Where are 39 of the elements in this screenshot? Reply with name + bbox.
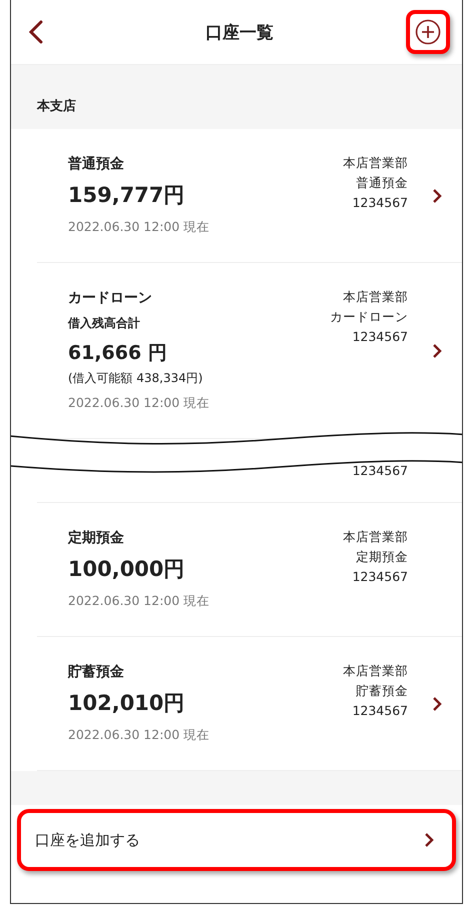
account-type: 貯蓄預金 — [356, 683, 408, 700]
account-balance: 159,777円 — [68, 182, 186, 209]
account-name: 定期預金 — [68, 529, 125, 547]
account-name: カードローン — [68, 289, 153, 307]
back-icon[interactable] — [29, 20, 43, 44]
account-number: 1234567 — [352, 195, 408, 210]
account-type: 普通預金 — [356, 175, 408, 192]
account-balance: 61,666 円 — [68, 341, 168, 366]
account-number: 1234567 — [352, 329, 408, 344]
branch-name: 本店営業部 — [343, 529, 408, 546]
branch-name: 本店営業部 — [343, 155, 408, 172]
account-balance: 100,000円 — [68, 556, 186, 583]
branch-name: 本店営業部 — [343, 289, 408, 306]
plus-circle-icon — [415, 19, 441, 45]
chevron-right-icon — [432, 342, 442, 358]
chevron-right-icon — [432, 696, 442, 712]
account-name: 貯蓄預金 — [68, 663, 125, 681]
branch-name: 本店営業部 — [343, 663, 408, 680]
section-title: 本支店 — [37, 98, 76, 115]
account-type: カードローン — [330, 309, 408, 326]
add-button[interactable] — [406, 10, 450, 54]
account-balance: 102,010円 — [68, 690, 186, 717]
account-item[interactable]: 定期預金 100,000円 2022.06.30 12:00 現在 本店営業部 定期預金 1234567 — [37, 503, 462, 637]
account-number: 1234567 — [352, 703, 408, 718]
available-amount: (借入可能額 438,334円) — [68, 370, 204, 387]
account-number: 1234567 — [352, 463, 408, 478]
screen-title: 口座一覧 — [204, 22, 274, 44]
as-of-time: 2022.06.30 12:00 現在 — [68, 727, 211, 744]
as-of-time: 2022.06.30 12:00 現在 — [68, 593, 211, 610]
as-of-time: 2022.06.30 12:00 現在 — [68, 395, 211, 412]
balance-label: 借入残高合計 — [68, 315, 141, 332]
chevron-right-icon — [424, 832, 434, 848]
account-type: 定期預金 — [356, 549, 408, 566]
account-name: 普通預金 — [68, 155, 125, 173]
account-number: 1234567 — [352, 569, 408, 584]
account-item[interactable]: 普通預金 159,777円 2022.06.30 12:00 現在 本店営業部 普通預金 1234567 — [37, 129, 462, 263]
chevron-right-icon — [432, 188, 442, 204]
as-of-time: 2022.06.30 12:00 現在 — [68, 219, 211, 236]
add-account-button[interactable]: 口座を追加する — [17, 809, 456, 871]
